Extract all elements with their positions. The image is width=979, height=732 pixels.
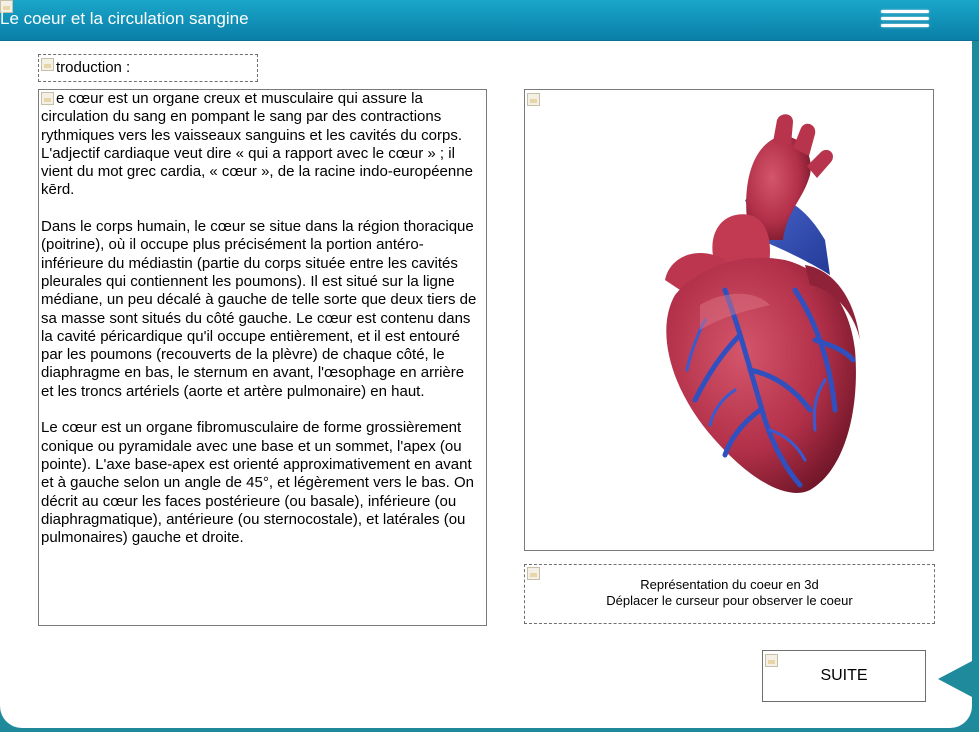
caption-line-2: Déplacer le curseur pour observer le coe… <box>606 593 853 608</box>
next-arrow-icon[interactable] <box>938 661 972 697</box>
suite-button[interactable]: SUITE <box>762 650 926 702</box>
broken-image-icon <box>41 58 54 71</box>
page-title: Le coeur et la circulation sangine <box>0 9 249 28</box>
caption-line-1: Représentation du coeur en 3d <box>640 577 819 592</box>
caption-text: Représentation du coeur en 3d Déplacer l… <box>524 577 935 609</box>
header-bar: Le coeur et la circulation sangine <box>0 0 979 41</box>
heart-3d-viewer[interactable] <box>524 89 934 551</box>
intro-label: troduction : <box>56 59 131 76</box>
broken-image-icon <box>765 654 778 667</box>
hamburger-menu-icon[interactable] <box>879 8 931 30</box>
suite-button-label: SUITE <box>820 667 868 684</box>
paragraph-1: e cœur est un organe creux et musculaire… <box>41 90 473 199</box>
paragraph-2: Dans le corps humain, le cœur se situe d… <box>41 218 477 400</box>
paragraph-3: Le cœur est un organe fibromusculaire de… <box>41 419 474 547</box>
text-content: e cœur est un organe creux et musculaire… <box>41 90 477 566</box>
heart-image <box>665 114 860 493</box>
